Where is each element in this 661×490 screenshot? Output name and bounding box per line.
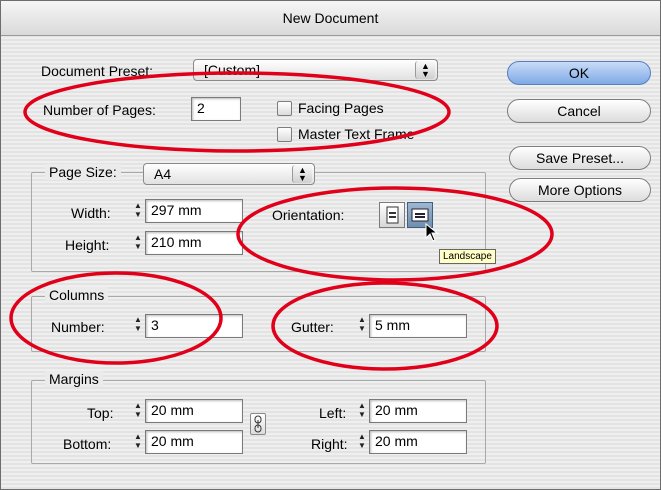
width-input[interactable]: 297 mm — [145, 199, 243, 223]
portrait-orientation-button[interactable] — [379, 202, 405, 228]
gutter-label: Gutter: — [291, 319, 334, 335]
height-stepper-icon[interactable]: ▲ ▼ — [132, 233, 144, 255]
master-text-frame-checkbox[interactable] — [277, 127, 292, 142]
landscape-tooltip: Landscape — [439, 249, 496, 264]
make-margins-same-button[interactable] — [250, 413, 266, 435]
top-margin-input[interactable]: 20 mm — [145, 399, 243, 423]
height-input[interactable]: 210 mm — [145, 231, 243, 255]
title-bar[interactable]: New Document — [1, 1, 660, 36]
right-label: Right: — [311, 436, 348, 452]
width-label: Width: — [71, 205, 111, 221]
margins-label: Margins — [45, 371, 103, 387]
gutter-input[interactable]: 5 mm — [369, 314, 467, 338]
window-title: New Document — [282, 10, 379, 26]
save-preset-button[interactable]: Save Preset... — [509, 146, 651, 170]
popup-arrows-icon: ▲ ▼ — [415, 61, 435, 79]
bottom-label: Bottom: — [63, 436, 112, 452]
document-preset-select[interactable]: [Custom] ▲ ▼ — [193, 59, 438, 81]
number-of-pages-label: Number of Pages: — [43, 102, 156, 118]
right-stepper-icon[interactable]: ▲ ▼ — [356, 432, 368, 454]
chain-link-icon — [254, 415, 262, 433]
number-label: Number: — [51, 319, 105, 335]
page-size-select[interactable]: A4 ▲ ▼ — [143, 163, 315, 185]
page-size-label: Page Size: — [45, 164, 121, 180]
top-stepper-icon[interactable]: ▲ ▼ — [132, 401, 144, 423]
master-text-frame-label: Master Text Frame — [298, 126, 415, 142]
facing-pages-label: Facing Pages — [298, 100, 384, 116]
mouse-cursor-icon — [425, 223, 439, 242]
more-options-button[interactable]: More Options — [509, 178, 651, 202]
gutter-stepper-icon[interactable]: ▲ ▼ — [356, 315, 368, 337]
portrait-page-icon — [386, 206, 399, 224]
document-preset-value: [Custom] — [204, 62, 261, 78]
number-stepper-icon[interactable]: ▲ ▼ — [132, 315, 144, 337]
ok-button[interactable]: OK — [507, 61, 651, 85]
columns-label: Columns — [45, 287, 109, 303]
left-stepper-icon[interactable]: ▲ ▼ — [356, 401, 368, 423]
width-stepper-icon[interactable]: ▲ ▼ — [132, 201, 144, 223]
popup-arrows-icon: ▲ ▼ — [292, 165, 312, 183]
page-size-value: A4 — [154, 166, 172, 182]
left-label: Left: — [319, 405, 347, 421]
bottom-margin-input[interactable]: 20 mm — [145, 430, 243, 454]
height-label: Height: — [65, 237, 110, 253]
cancel-button[interactable]: Cancel — [507, 99, 651, 123]
left-margin-input[interactable]: 20 mm — [369, 399, 467, 423]
number-of-pages-input[interactable]: 2 — [191, 97, 241, 121]
top-label: Top: — [87, 405, 114, 421]
bottom-stepper-icon[interactable]: ▲ ▼ — [132, 432, 144, 454]
columns-number-input[interactable]: 3 — [145, 314, 243, 338]
new-document-dialog: New Document Document Preset: [Custom] ▲… — [0, 0, 661, 490]
document-preset-label: Document Preset: — [41, 63, 154, 79]
orientation-label: Orientation: — [272, 207, 345, 223]
right-margin-input[interactable]: 20 mm — [369, 430, 467, 454]
facing-pages-checkbox[interactable] — [277, 101, 292, 116]
